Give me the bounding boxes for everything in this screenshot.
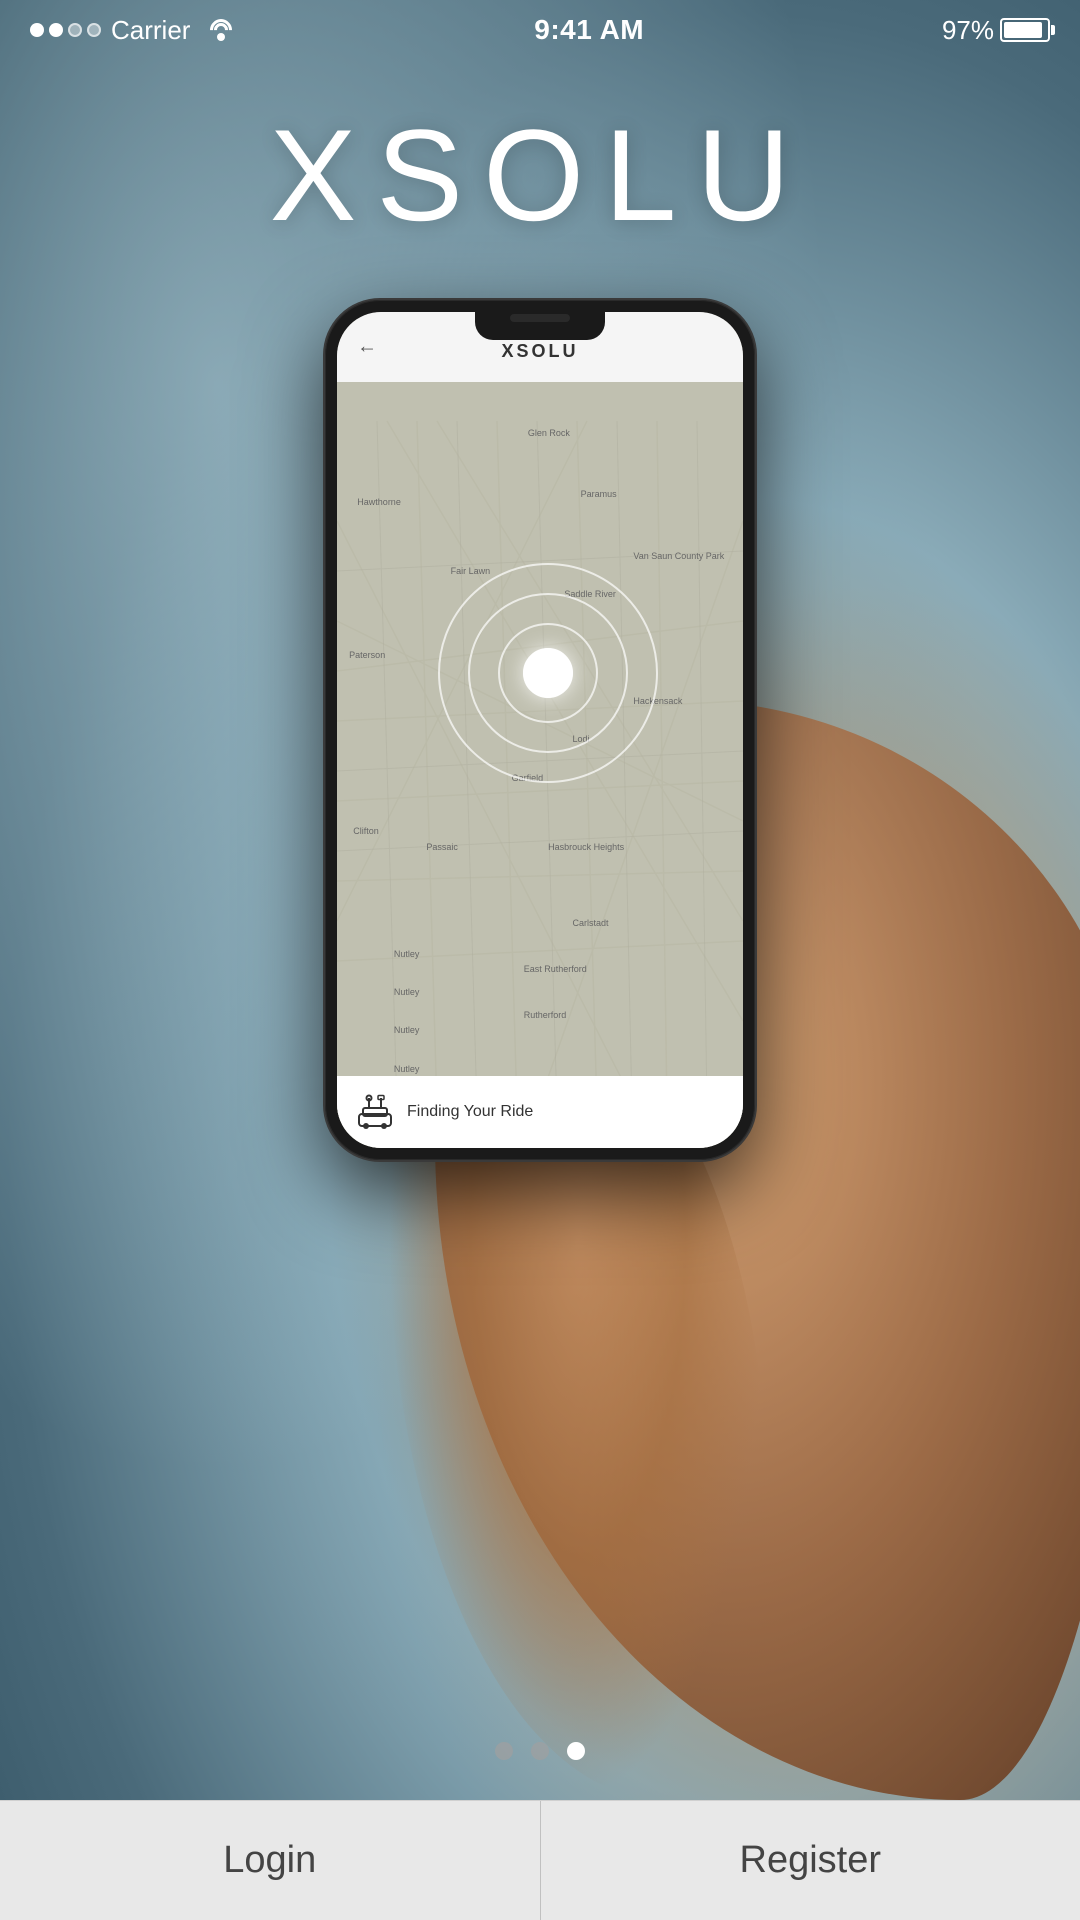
login-button[interactable]: Login: [0, 1801, 541, 1920]
map-label-van-saun: Van Saun County Park: [633, 551, 724, 561]
page-dots: [0, 1742, 1080, 1760]
map-label-nutley-3: Nutley: [394, 1025, 420, 1035]
map-label-glen-rock: Glen Rock: [528, 428, 570, 438]
phone-frame: ← XSOLU: [325, 300, 755, 1160]
map-label-paterson: Paterson: [349, 650, 385, 660]
map-label-hasbrouck: Hasbrouck Heights: [548, 842, 624, 852]
status-time: 9:41 AM: [534, 14, 644, 46]
back-button[interactable]: ←: [357, 336, 377, 359]
finding-ride-text: Finding Your Ride: [407, 1103, 533, 1121]
page-dot-2[interactable]: [531, 1742, 549, 1760]
status-bar: Carrier 9:41 AM 97%: [0, 0, 1080, 60]
map-area: Glen Rock Hawthorne Paramus Fair Lawn Pa…: [337, 382, 743, 1148]
status-right: 97%: [942, 15, 1050, 46]
signal-dots: [30, 23, 101, 37]
map-label-nutley-1: Nutley: [394, 949, 420, 959]
map-label-hawthorne: Hawthorne: [357, 497, 401, 507]
car-icon-container: [357, 1094, 393, 1130]
battery-icon: [1000, 18, 1050, 42]
status-left: Carrier: [30, 15, 236, 46]
signal-dot-2: [49, 23, 63, 37]
map-label-paramus: Paramus: [581, 489, 617, 499]
radar-center: [523, 648, 573, 698]
map-label-e-rutherford: East Rutherford: [524, 964, 587, 974]
battery-container: 97%: [942, 15, 1050, 46]
page-dot-1[interactable]: [495, 1742, 513, 1760]
car-icon: [357, 1094, 393, 1130]
map-label-carlstadt: Carlstadt: [572, 918, 608, 928]
map-label-nutley-4: Nutley: [394, 1064, 420, 1074]
map-label-passaic: Passaic: [426, 842, 458, 852]
signal-dot-3: [68, 23, 82, 37]
battery-fill: [1004, 22, 1042, 38]
wifi-icon: [206, 19, 236, 41]
map-label-rutherford: Rutherford: [524, 1010, 567, 1020]
battery-percent: 97%: [942, 15, 994, 46]
app-title-container: XSOLU: [0, 100, 1080, 250]
map-label-clifton: Clifton: [353, 826, 379, 836]
map-label-nutley-2: Nutley: [394, 987, 420, 997]
phone-mockup: ← XSOLU: [325, 300, 755, 1160]
finding-ride-card: Finding Your Ride: [337, 1076, 743, 1148]
signal-dot-4: [87, 23, 101, 37]
signal-dot-1: [30, 23, 44, 37]
phone-speaker: [510, 314, 570, 322]
screen-content: ← XSOLU: [337, 312, 743, 1148]
app-title: XSOLU: [0, 100, 1080, 250]
map-label-fair-lawn: Fair Lawn: [451, 566, 491, 576]
page-dot-3[interactable]: [567, 1742, 585, 1760]
carrier-label: Carrier: [111, 15, 190, 46]
radar-ring-4: [438, 563, 658, 783]
screen-title: XSOLU: [501, 341, 578, 362]
bottom-navigation: Login Register: [0, 1800, 1080, 1920]
register-button[interactable]: Register: [541, 1801, 1080, 1920]
phone-screen: ← XSOLU: [337, 312, 743, 1148]
